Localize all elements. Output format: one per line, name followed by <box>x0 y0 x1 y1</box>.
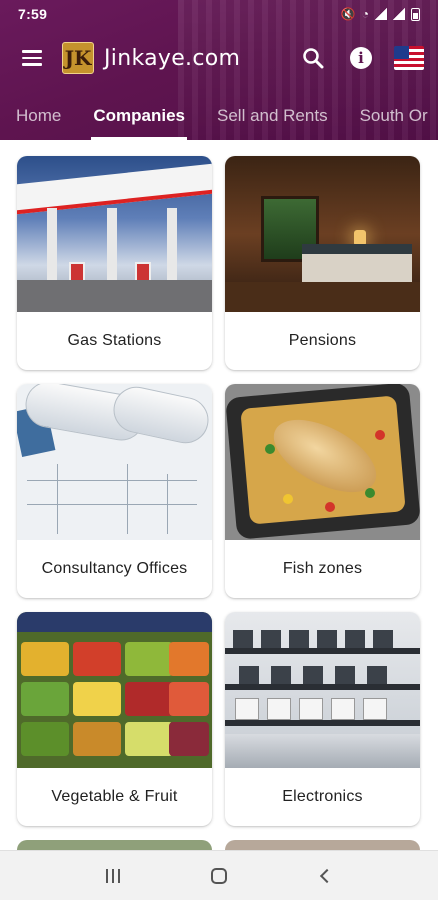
category-card-electronics[interactable]: Electronics <box>225 612 420 826</box>
recents-icon[interactable] <box>91 854 135 898</box>
tab-companies[interactable]: Companies <box>77 92 201 140</box>
app-bar: JK Jinkaye.com i <box>0 34 438 82</box>
category-card-pensions[interactable]: Pensions <box>225 156 420 370</box>
status-icons: 🔇 ◔ <box>341 7 420 21</box>
category-card-consultancy-offices[interactable]: Consultancy Offices <box>17 384 212 598</box>
electronics-image <box>225 612 420 768</box>
brand-title: Jinkaye.com <box>104 45 241 71</box>
category-card-fish-zones[interactable]: Fish zones <box>225 384 420 598</box>
fish-image <box>225 384 420 540</box>
menu-icon[interactable] <box>12 38 52 78</box>
consultancy-image <box>17 384 212 540</box>
logo-icon: JK <box>62 42 94 74</box>
category-label: Fish zones <box>282 560 363 577</box>
tab-home[interactable]: Home <box>0 92 77 140</box>
signal-icon <box>375 8 387 20</box>
category-grid: Gas Stations Pensions Consultancy Office… <box>17 156 421 852</box>
back-icon[interactable] <box>303 854 347 898</box>
info-icon[interactable]: i <box>346 43 376 73</box>
tab-sell-and-rents[interactable]: Sell and Rents <box>201 92 344 140</box>
system-nav-bar <box>0 850 438 900</box>
status-bar: 7:59 🔇 ◔ <box>0 0 438 28</box>
category-card-vegetable-fruit[interactable]: Vegetable & Fruit <box>17 612 212 826</box>
category-label: Vegetable & Fruit <box>51 788 178 805</box>
status-time: 7:59 <box>18 6 48 22</box>
tab-south-or[interactable]: South Or <box>344 92 438 140</box>
category-label: Electronics <box>282 788 363 805</box>
pension-image <box>225 156 420 312</box>
signal-2-icon <box>393 8 405 20</box>
mute-icon: 🔇 <box>340 7 356 21</box>
category-tabs: Home Companies Sell and Rents South Or <box>0 92 438 140</box>
app-header: 7:59 🔇 ◔ JK Jinkaye.com i Home Companies… <box>0 0 438 140</box>
home-icon[interactable] <box>197 854 241 898</box>
gas-station-image <box>17 156 212 312</box>
category-label: Gas Stations <box>67 332 162 349</box>
vegetable-fruit-image <box>17 612 212 768</box>
wifi-icon: ◔ <box>361 7 369 21</box>
search-icon[interactable] <box>298 43 328 73</box>
us-flag-icon[interactable] <box>394 43 424 73</box>
category-label: Pensions <box>288 332 357 349</box>
category-label: Consultancy Offices <box>41 560 188 577</box>
battery-icon <box>411 7 420 21</box>
category-card-gas-stations[interactable]: Gas Stations <box>17 156 212 370</box>
